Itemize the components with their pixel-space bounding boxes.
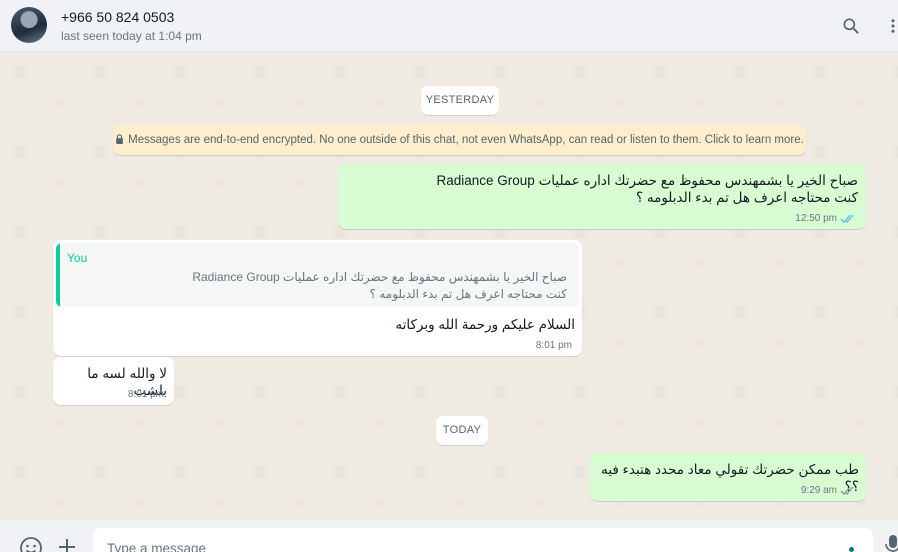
input-status-dot (849, 547, 854, 552)
message-outgoing[interactable]: صباح الخير يا بشمهندس محفوظ مع حضرتك ادا… (338, 164, 866, 229)
message-time: 9:29 am (800, 485, 837, 496)
message-meta: 8:01 pm (536, 340, 572, 351)
message-time: 8:01 pm (127, 389, 164, 400)
message-time: 12:50 pm (795, 213, 837, 224)
emoji-icon[interactable] (19, 536, 43, 552)
message-meta: 12:50 pm (795, 213, 856, 224)
lock-icon (116, 134, 123, 144)
message-outgoing[interactable]: طب ممكن حضرتك تقولي معاد محدد هتبدء فيه … (590, 453, 866, 501)
contact-name[interactable]: +966 50 824 0503 (61, 9, 174, 25)
message-meta: 9:29 am (801, 485, 856, 496)
message-input[interactable] (93, 528, 873, 552)
double-check-delivered-icon (840, 486, 854, 495)
date-divider-yesterday: YESTERDAY (421, 86, 499, 115)
attach-plus-icon[interactable] (57, 537, 77, 552)
encryption-notice-text: Messages are end-to-end encrypted. No on… (128, 134, 804, 146)
message-incoming-reply[interactable]: You صباح الخير يا بشمهندس محفوظ مع حضرتك… (53, 240, 582, 356)
quote-accent-bar (56, 243, 60, 307)
quote-text: صباح الخير يا بشمهندس محفوظ مع حضرتك ادا… (192, 270, 567, 301)
message-incoming[interactable]: لا والله لسه ما بلشت 8:01 pm (53, 357, 174, 405)
search-icon[interactable] (841, 16, 861, 36)
message-text: السلام عليكم ورحمة الله وبركاته (395, 317, 575, 332)
chat-header[interactable]: +966 50 824 0503 last seen today at 1:04… (0, 0, 898, 52)
message-meta: 8:01 pm (128, 389, 164, 400)
message-time: 8:01 pm (535, 340, 572, 351)
microphone-icon[interactable] (885, 534, 898, 552)
avatar[interactable] (11, 7, 47, 43)
quoted-message[interactable]: You صباح الخير يا بشمهندس محفوظ مع حضرتك… (56, 243, 579, 307)
message-text: صباح الخير يا بشمهندس محفوظ مع حضرتك ادا… (436, 173, 859, 205)
quote-author: You (67, 251, 88, 265)
date-divider-today: TODAY (436, 416, 488, 445)
double-check-read-icon (840, 214, 854, 223)
composer-bar (0, 520, 898, 552)
encryption-notice[interactable]: Messages are end-to-end encrypted. No on… (113, 125, 806, 155)
menu-icon[interactable] (884, 16, 898, 36)
message-list[interactable]: YESTERDAY Messages are end-to-end encryp… (0, 52, 898, 520)
contact-last-seen: last seen today at 1:04 pm (61, 29, 202, 43)
